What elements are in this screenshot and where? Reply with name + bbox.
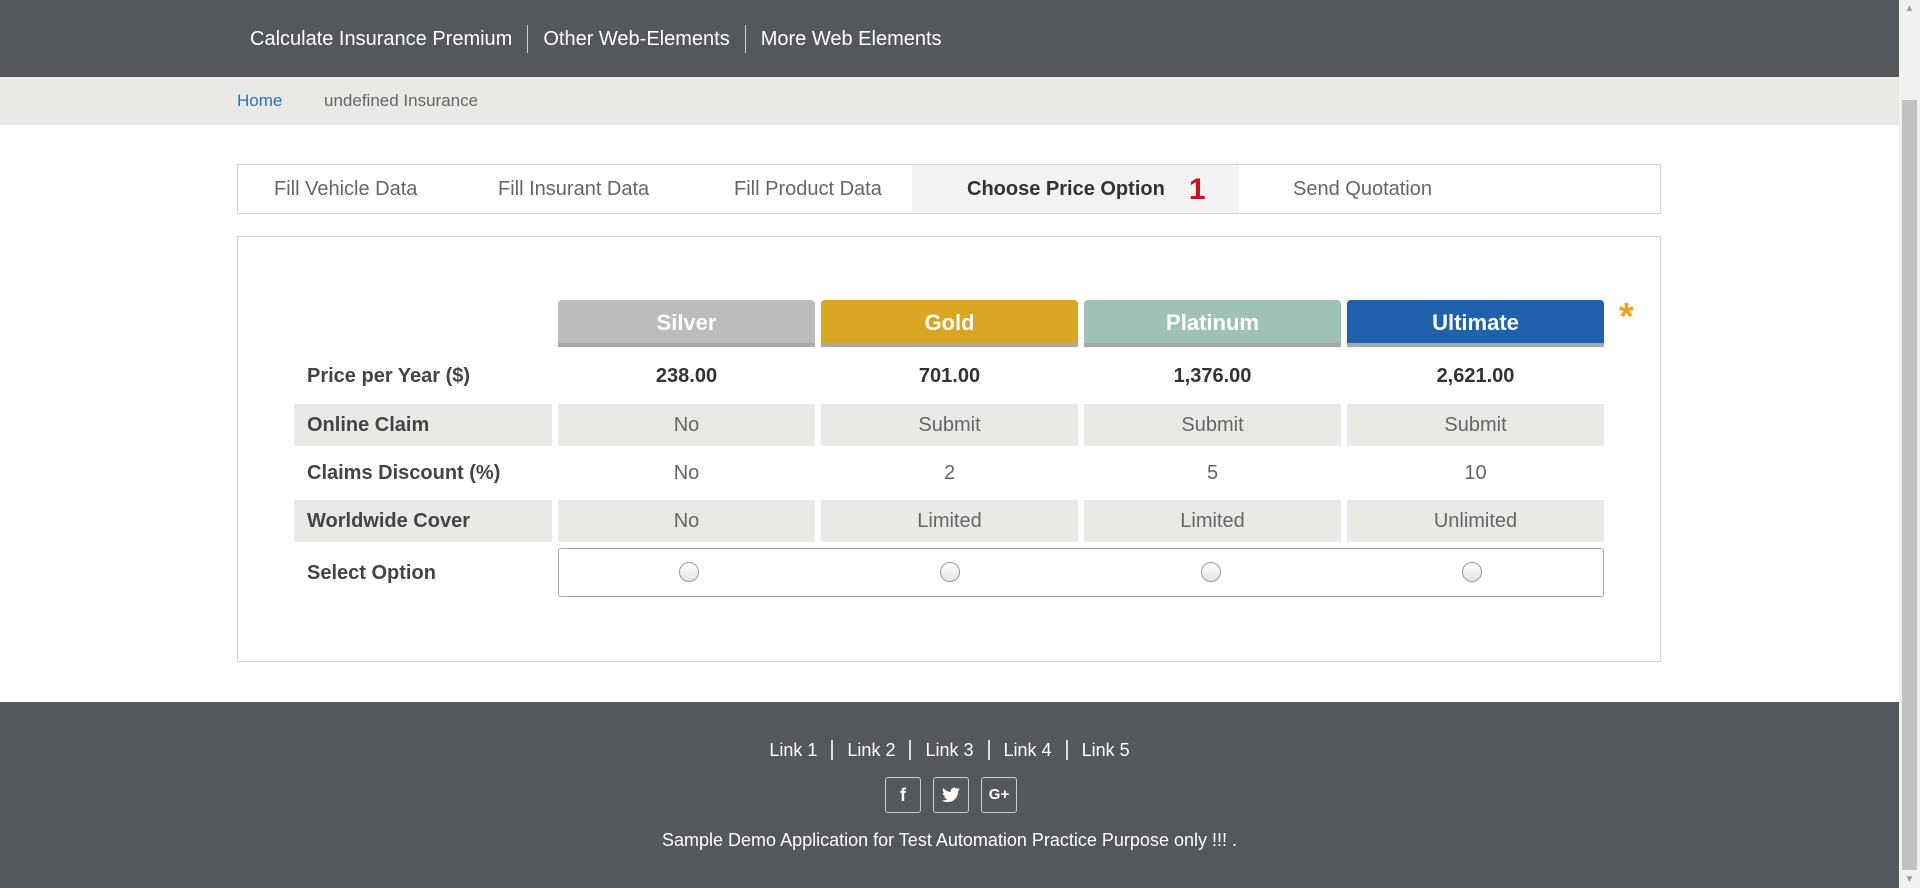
tab-label: Fill Vehicle Data: [274, 178, 418, 200]
nav-more-web-elements-link[interactable]: More Web Elements: [744, 24, 957, 53]
google-plus-icon[interactable]: G+: [981, 777, 1017, 813]
claims-discount-silver: No: [673, 462, 700, 484]
footer-link-2[interactable]: Link 2: [831, 740, 910, 760]
footer-link-4[interactable]: Link 4: [987, 740, 1066, 760]
online-claim-ultimate: Submit: [1347, 404, 1604, 446]
row-label-select-option: Select Option: [307, 562, 436, 584]
breadcrumb: Home undefined Insurance: [0, 77, 1899, 125]
required-marker: *: [1619, 296, 1634, 338]
price-gold: 701.00: [918, 365, 981, 387]
breadcrumb-current: undefined Insurance: [324, 91, 479, 110]
nav-other-web-elements-link[interactable]: Other Web-Elements: [527, 24, 744, 53]
footer-link-3[interactable]: Link 3: [909, 740, 988, 760]
worldwide-cover-gold: Limited: [821, 500, 1078, 542]
online-claim-gold: Submit: [821, 404, 1078, 446]
row-label-price-per-year: Price per Year ($): [307, 365, 471, 387]
online-claim-silver: No: [558, 404, 815, 446]
top-nav-links: Calculate Insurance Premium Other Web-El…: [238, 0, 957, 77]
tab-fill-vehicle-data[interactable]: Fill Vehicle Data: [274, 165, 417, 213]
nav-calculate-premium-link[interactable]: Calculate Insurance Premium: [238, 25, 527, 53]
footer-links: Link 1 Link 2 Link 3 Link 4 Link 5: [0, 740, 1899, 761]
select-platinum-radio[interactable]: [1201, 562, 1221, 582]
claims-discount-ultimate: 10: [1464, 462, 1487, 484]
worldwide-cover-silver: No: [558, 500, 815, 542]
vertical-scrollbar[interactable]: ▲ ▼: [1899, 0, 1920, 888]
column-header-ultimate: Ultimate: [1347, 300, 1604, 347]
twitter-bird-glyph: [942, 787, 960, 803]
scroll-down-arrow-icon[interactable]: ▼: [1899, 871, 1920, 888]
tab-send-quotation[interactable]: Send Quotation: [1293, 165, 1432, 213]
claims-discount-platinum: 5: [1206, 462, 1219, 484]
tab-choose-price-option[interactable]: Choose Price Option 1: [912, 165, 1239, 213]
facebook-icon[interactable]: f: [885, 777, 921, 813]
tab-error-count-badge: 1: [1188, 172, 1206, 206]
top-nav: Calculate Insurance Premium Other Web-El…: [0, 0, 1899, 77]
wizard-tabs: Fill Vehicle Data Fill Insurant Data Fil…: [237, 164, 1661, 214]
column-header-silver: Silver: [558, 300, 815, 347]
row-label-worldwide-cover: Worldwide Cover: [294, 500, 552, 542]
tab-label: Fill Insurant Data: [498, 178, 650, 200]
footer: Link 1 Link 2 Link 3 Link 4 Link 5 f G+ Samp…: [0, 702, 1899, 888]
select-option-group: [558, 548, 1604, 597]
tab-label: Fill Product Data: [734, 178, 882, 200]
select-gold-radio[interactable]: [940, 562, 960, 582]
footer-link-5[interactable]: Link 5: [1065, 740, 1144, 760]
footer-text: Sample Demo Application for Test Automat…: [662, 830, 1237, 850]
online-claim-platinum: Submit: [1084, 404, 1341, 446]
column-header-gold: Gold: [821, 300, 1078, 347]
footer-link-1[interactable]: Link 1: [755, 740, 831, 760]
scrollbar-thumb[interactable]: [1902, 100, 1917, 870]
tab-fill-product-data[interactable]: Fill Product Data: [734, 165, 882, 213]
select-silver-radio[interactable]: [679, 562, 699, 582]
column-header-platinum: Platinum: [1084, 300, 1341, 347]
tab-fill-insurant-data[interactable]: Fill Insurant Data: [498, 165, 649, 213]
claims-discount-gold: 2: [943, 462, 956, 484]
price-silver: 238.00: [655, 365, 718, 387]
breadcrumb-home-link[interactable]: Home: [237, 91, 282, 111]
worldwide-cover-ultimate: Unlimited: [1347, 500, 1604, 542]
row-label-online-claim: Online Claim: [294, 404, 552, 446]
scroll-up-arrow-icon[interactable]: ▲: [1899, 0, 1920, 17]
tab-label: Send Quotation: [1293, 178, 1432, 200]
worldwide-cover-platinum: Limited: [1084, 500, 1341, 542]
row-label-claims-discount: Claims Discount (%): [307, 462, 501, 484]
price-ultimate: 2,621.00: [1436, 365, 1515, 387]
price-platinum: 1,376.00: [1173, 365, 1252, 387]
twitter-icon[interactable]: [933, 777, 969, 813]
select-ultimate-radio[interactable]: [1462, 562, 1482, 582]
tab-label: Choose Price Option: [967, 178, 1165, 200]
